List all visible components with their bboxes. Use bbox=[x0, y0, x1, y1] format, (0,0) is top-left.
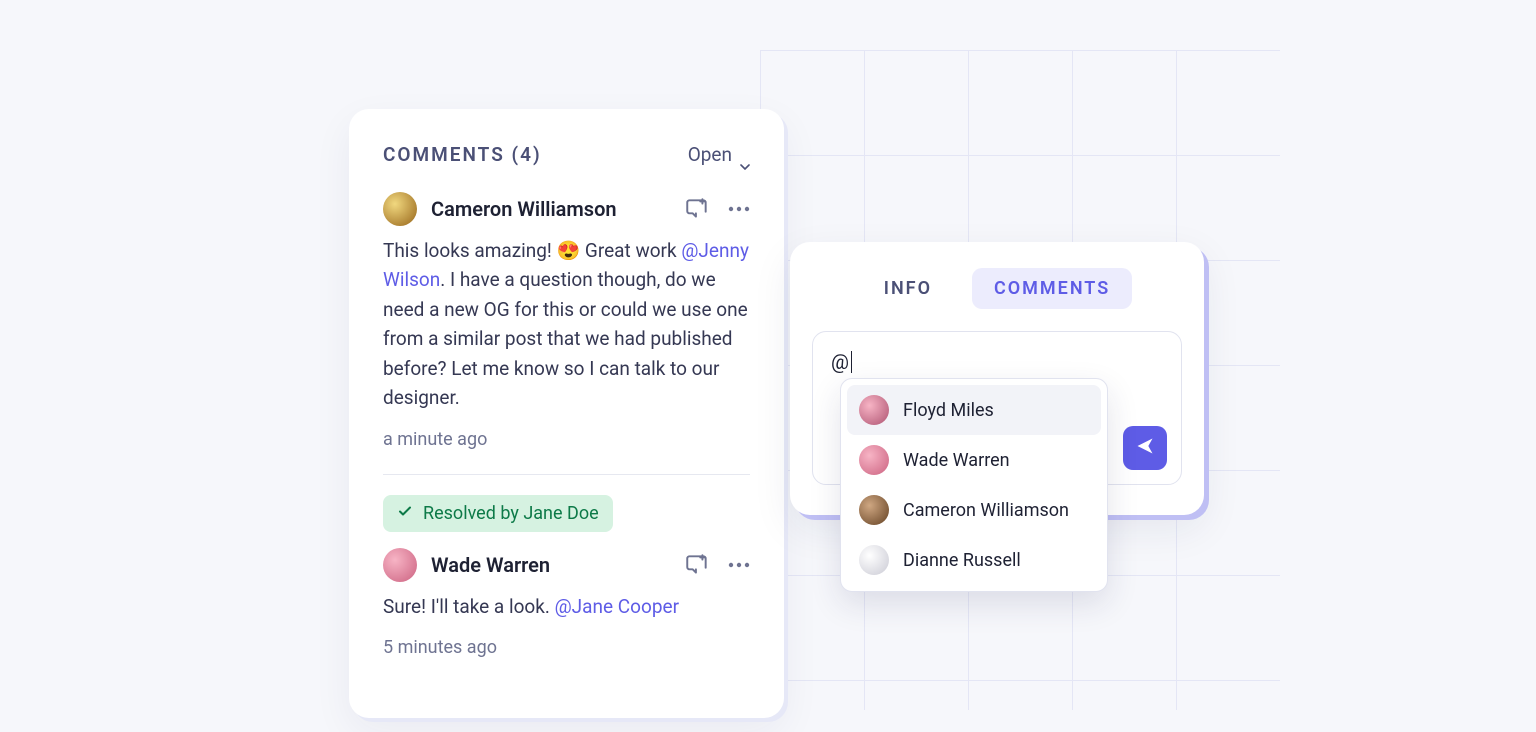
avatar bbox=[383, 548, 417, 582]
comments-header: COMMENTS (4) Open bbox=[383, 143, 750, 166]
comment-time: a minute ago bbox=[383, 429, 750, 450]
mention-option-label: Dianne Russell bbox=[903, 550, 1021, 571]
comments-panel: COMMENTS (4) Open Cameron Williamson bbox=[349, 109, 784, 718]
mention-option[interactable]: Floyd Miles bbox=[847, 385, 1101, 435]
mention-option[interactable]: Cameron Williamson bbox=[847, 485, 1101, 535]
mention-option-label: Wade Warren bbox=[903, 450, 1010, 471]
mention-option[interactable]: Wade Warren bbox=[847, 435, 1101, 485]
chevron-down-icon bbox=[740, 152, 750, 158]
compose-value: @ bbox=[831, 350, 849, 374]
resolved-badge: Resolved by Jane Doe bbox=[383, 495, 613, 532]
send-icon bbox=[1135, 436, 1155, 460]
avatar bbox=[859, 395, 889, 425]
tabs: INFO COMMENTS bbox=[812, 268, 1182, 309]
filter-dropdown[interactable]: Open bbox=[688, 143, 750, 166]
tab-info[interactable]: INFO bbox=[862, 268, 954, 309]
filter-label: Open bbox=[688, 143, 732, 166]
avatar bbox=[859, 445, 889, 475]
more-icon[interactable] bbox=[728, 562, 750, 568]
comment-body: Sure! I'll take a look. @Jane Cooper bbox=[383, 592, 750, 621]
mention[interactable]: @Jane Cooper bbox=[555, 595, 679, 618]
reply-icon[interactable] bbox=[684, 196, 710, 222]
comment-time: 5 minutes ago bbox=[383, 637, 750, 658]
check-icon bbox=[397, 503, 413, 524]
mention-option-label: Floyd Miles bbox=[903, 400, 994, 421]
comment-item: Cameron Williamson This looks amazing! 😍… bbox=[383, 192, 750, 450]
text-cursor bbox=[851, 351, 853, 373]
comment-header-row: Wade Warren bbox=[383, 548, 750, 582]
comment-text: Sure! I'll take a look. bbox=[383, 595, 555, 618]
mention-dropdown: Floyd Miles Wade Warren Cameron Williams… bbox=[840, 378, 1108, 592]
comment-author: Cameron Williamson bbox=[431, 197, 670, 221]
tab-comments[interactable]: COMMENTS bbox=[972, 268, 1132, 309]
comment-item: Resolved by Jane Doe Wade Warren Sure! I… bbox=[383, 495, 750, 658]
avatar bbox=[859, 495, 889, 525]
reply-icon[interactable] bbox=[684, 552, 710, 578]
resolved-label: Resolved by Jane Doe bbox=[423, 503, 599, 524]
avatar bbox=[383, 192, 417, 226]
send-button[interactable] bbox=[1123, 426, 1167, 470]
comment-header-row: Cameron Williamson bbox=[383, 192, 750, 226]
more-icon[interactable] bbox=[728, 206, 750, 212]
avatar bbox=[859, 545, 889, 575]
comments-title: COMMENTS (4) bbox=[383, 143, 542, 166]
divider bbox=[383, 474, 750, 475]
comment-author: Wade Warren bbox=[431, 553, 670, 577]
mention-option[interactable]: Dianne Russell bbox=[847, 535, 1101, 585]
comment-text: This looks amazing! 😍 Great work bbox=[383, 239, 681, 262]
comment-body: This looks amazing! 😍 Great work @Jenny … bbox=[383, 236, 750, 413]
compose-input[interactable]: @ bbox=[831, 350, 1163, 374]
mention-option-label: Cameron Williamson bbox=[903, 500, 1069, 521]
